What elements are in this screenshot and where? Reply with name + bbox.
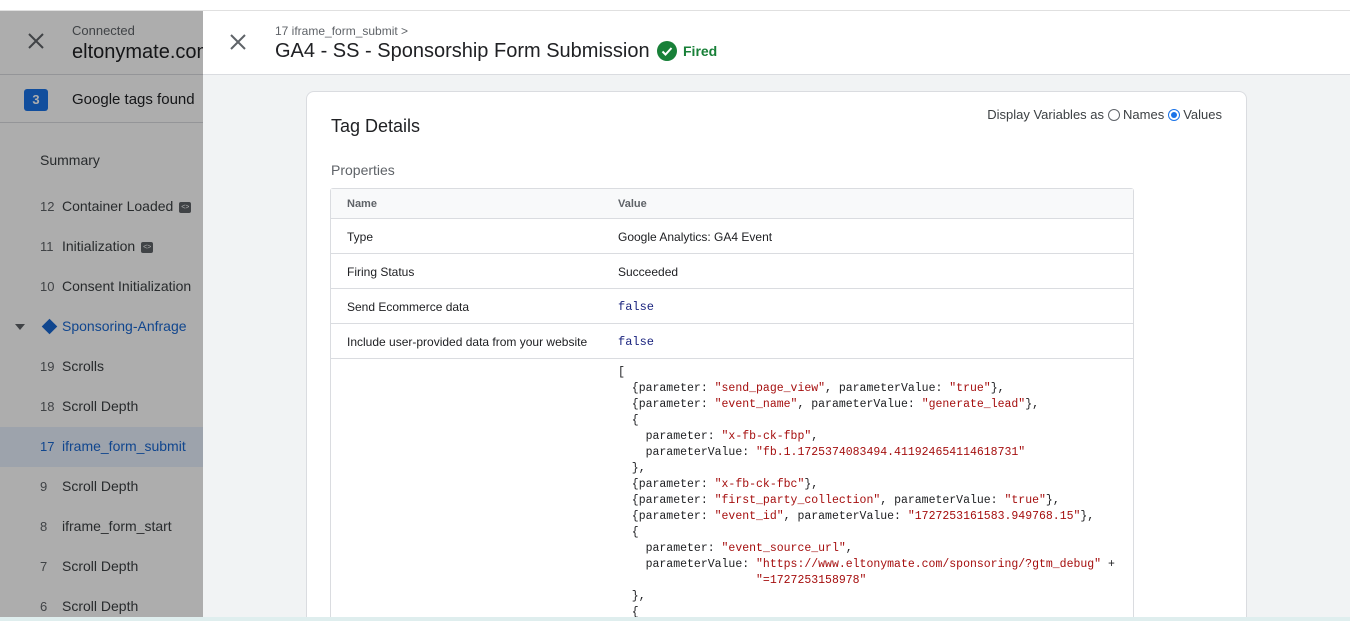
code-line: { — [618, 606, 639, 617]
row-name: Type — [347, 230, 374, 244]
row-value: Google Analytics: GA4 Event — [618, 230, 773, 244]
table-row: Send Ecommerce data false — [331, 289, 1133, 324]
modal-scrim[interactable] — [0, 11, 203, 621]
values-radio[interactable] — [1168, 108, 1181, 121]
display-variables-toggle: Display Variables as Names Values — [987, 107, 1222, 122]
code-line: {parameter: "first_party_collection", pa… — [618, 494, 1060, 507]
tag-detail-panel: 17 iframe_form_submit > GA4 - SS - Spons… — [203, 11, 1350, 617]
row-name: Firing Status — [347, 265, 415, 279]
code-line: { — [618, 414, 639, 427]
code-line: {parameter: "send_page_view", parameterV… — [618, 382, 1005, 395]
row-name: Send Ecommerce data — [347, 300, 470, 314]
event-parameters-code: [ {parameter: "send_page_view", paramete… — [618, 365, 1115, 617]
code-line: }, — [618, 462, 646, 475]
row-value: false — [618, 300, 655, 314]
code-line: { — [618, 526, 639, 539]
names-radio[interactable] — [1108, 108, 1121, 121]
row-name: Include user-provided data from your web… — [347, 335, 588, 349]
values-label[interactable]: Values — [1183, 107, 1222, 122]
header-name: Name — [347, 198, 377, 210]
top-border — [0, 0, 1350, 11]
row-value: Succeeded — [618, 265, 679, 279]
page-title: GA4 - SS - Sponsorship Form Submission — [275, 40, 650, 62]
card-title: Tag Details — [331, 116, 421, 136]
properties-table: Name Value Type Google Analytics: GA4 Ev… — [330, 188, 1134, 617]
code-line: parameter: "x-fb-ck-fbp", — [618, 430, 819, 443]
table-row: [ {parameter: "send_page_view", paramete… — [331, 359, 1133, 617]
properties-label: Properties — [331, 162, 395, 178]
table-row: Firing Status Succeeded — [331, 254, 1133, 289]
code-line: "=1727253158978" — [756, 574, 867, 587]
breadcrumb[interactable]: 17 iframe_form_submit > — [275, 24, 408, 38]
table-header: Name Value — [331, 189, 1133, 219]
code-line: parameterValue: "fb.1.1725374083494.4119… — [618, 446, 1026, 459]
table-row: Type Google Analytics: GA4 Event — [331, 219, 1133, 254]
code-line: {parameter: "event_id", parameterValue: … — [618, 510, 1095, 523]
names-label[interactable]: Names — [1123, 107, 1164, 122]
display-variables-label: Display Variables as — [987, 107, 1105, 122]
code-line: parameter: "event_source_url", — [618, 542, 853, 555]
code-line: [ — [618, 366, 625, 379]
code-line: {parameter: "event_name", parameterValue… — [618, 398, 1040, 411]
status-text: Fired — [683, 43, 718, 59]
code-line: parameterValue: "https://www.eltonymate.… — [618, 558, 1115, 571]
bottom-border — [0, 617, 1350, 621]
detail-header: 17 iframe_form_submit > GA4 - SS - Spons… — [203, 11, 1350, 75]
table-row: Include user-provided data from your web… — [331, 324, 1133, 359]
code-line: {parameter: "x-fb-ck-fbc"}, — [618, 478, 819, 491]
check-circle-icon — [657, 41, 677, 61]
status-badge: Fired — [657, 41, 717, 61]
code-line: }, — [618, 590, 646, 603]
tag-details-card: Tag Details Display Variables as Names V… — [306, 91, 1247, 617]
close-icon[interactable] — [229, 33, 247, 51]
row-value: false — [618, 335, 655, 349]
header-value: Value — [618, 198, 647, 210]
